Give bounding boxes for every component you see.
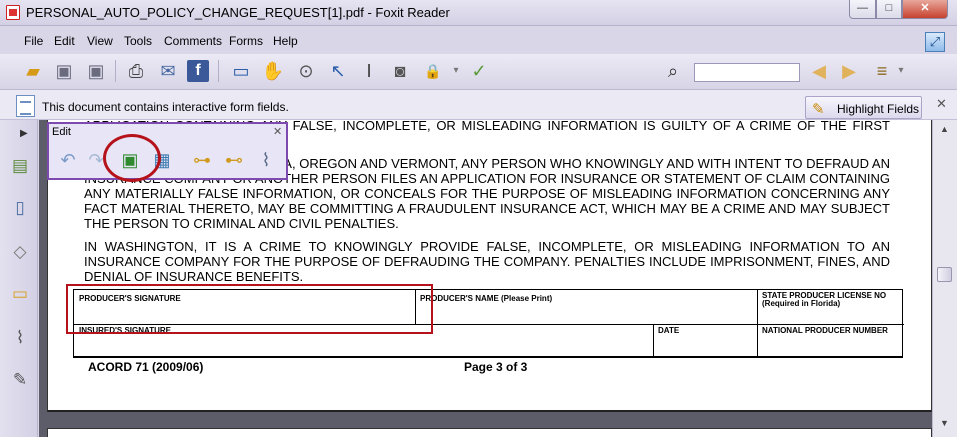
binoculars-icon[interactable]: ⌕ [660,58,686,84]
highlight-fields-button[interactable]: ✎ Highlight Fields [805,96,922,119]
comments-icon[interactable]: ▭ [9,282,31,306]
edit-toolbar-close-icon[interactable]: ✕ [273,125,282,138]
rms-lock-icon[interactable]: 🔒 [420,58,446,84]
text-select-icon[interactable]: Ⅰ [356,58,382,84]
email-icon[interactable]: ✉ [155,58,181,84]
link-icon[interactable]: ⊶ [189,146,215,174]
menu-forms[interactable]: Forms [229,34,263,48]
edit-floating-toolbar: Edit ✕ ↶ ↷ ▣ ▦ ⊶ ⊷ ⌇ [47,122,288,180]
facebook-icon[interactable]: f [187,60,209,82]
highlight-fields-label: Highlight Fields [837,102,920,116]
hand-tool-icon[interactable]: ✋ [260,58,286,84]
undo-icon[interactable]: ↶ [55,146,81,174]
attachment-icon[interactable]: ⌇ [253,146,279,174]
form-document-icon [16,95,35,117]
menu-comments[interactable]: Comments [164,34,222,48]
attachments-icon[interactable]: ⌇ [9,326,31,350]
page-number-footer: Page 3 of 3 [464,360,528,374]
dropdown-arrow-icon[interactable]: ▾ [896,58,906,84]
vertical-scrollbar[interactable]: ▲ ▼ [932,120,957,437]
signatures-icon[interactable]: ✎ [9,368,31,392]
scrollbar-thumb[interactable] [937,267,952,282]
fullscreen-icon[interactable]: ▭ [228,58,254,84]
restore-window-icon[interactable]: ⤢ [925,32,945,52]
save-icon[interactable]: ▣ [51,58,77,84]
title-bar: PERSONAL_AUTO_POLICY_CHANGE_REQUEST[1].p… [0,0,957,26]
menu-edit[interactable]: Edit [54,34,75,48]
info-bar-close-icon[interactable]: ✕ [936,96,947,112]
save-as-icon[interactable]: ▣ [83,58,109,84]
scroll-up-icon[interactable]: ▲ [940,124,949,134]
minimize-button[interactable]: — [849,0,876,19]
close-button[interactable]: ✕ [902,0,948,19]
expand-panel-icon[interactable]: ▶ [20,128,28,139]
open-icon[interactable]: ▰ [20,58,46,84]
menu-tools[interactable]: Tools [124,34,152,48]
search-input[interactable] [694,63,800,82]
link-edit-icon[interactable]: ⊷ [221,146,247,174]
state-license-note: (Required in Florida) [762,299,841,308]
producer-signature-highlight-box [66,284,433,334]
form-id-footer: ACORD 71 (2009/06) [88,360,204,374]
maximize-button[interactable]: □ [876,0,902,19]
scroll-down-icon[interactable]: ▼ [940,418,949,428]
select-arrow-icon[interactable]: ↖ [325,58,351,84]
zoom-tool-icon[interactable]: ⊙ [293,58,319,84]
form-column-divider [653,324,654,358]
find-next-icon[interactable]: ▶ [836,58,862,84]
next-pdf-page [47,428,932,437]
form-column-divider [757,290,758,358]
paragraph-washington: IN WASHINGTON, IT IS A CRIME TO KNOWINGL… [84,239,890,284]
toolbar-separator [115,60,116,82]
info-message: This document contains interactive form … [42,100,289,114]
edit-toolbar-title: Edit [52,126,71,138]
bookmarks-icon[interactable]: ▤ [9,154,31,178]
toolbar-separator [218,60,219,82]
menu-file[interactable]: File [24,34,43,48]
find-previous-icon[interactable]: ◀ [806,58,832,84]
producer-name-label: PRODUCER'S NAME (Please Print) [420,294,553,303]
pdf-app-icon [6,5,20,20]
print-icon[interactable]: ⎙ [123,58,149,84]
highlighter-icon: ✎ [812,101,825,118]
image-tool-highlight-circle [103,134,161,182]
main-toolbar: ▰ ▣ ▣ ⎙ ✉ f ▭ ✋ ⊙ ↖ Ⅰ ◙ 🔒 ▾ ✓ ⌕ ◀ ▶ ≡ ▾ [0,54,957,90]
menu-help[interactable]: Help [273,34,298,48]
menu-view[interactable]: View [87,34,113,48]
window-title: PERSONAL_AUTO_POLICY_CHANGE_REQUEST[1].p… [26,5,450,20]
sign-icon[interactable]: ✓ [466,58,492,84]
dropdown-arrow-icon[interactable]: ▾ [451,58,461,84]
search-options-icon[interactable]: ≡ [869,58,895,84]
foxit-reader-window: PERSONAL_AUTO_POLICY_CHANGE_REQUEST[1].p… [0,0,957,437]
national-producer-label: NATIONAL PRODUCER NUMBER [762,326,888,335]
date-label: DATE [658,326,680,335]
layers-icon[interactable]: ◇ [9,240,31,264]
menu-bar: File Edit View Tools Comments Forms Help [0,30,957,52]
form-fields-info-bar: This document contains interactive form … [0,90,957,120]
navigation-panel: ▶ ▤ ▯ ◇ ▭ ⌇ ✎ [0,120,38,437]
snapshot-icon[interactable]: ◙ [387,58,413,84]
pages-icon[interactable]: ▯ [9,196,31,220]
